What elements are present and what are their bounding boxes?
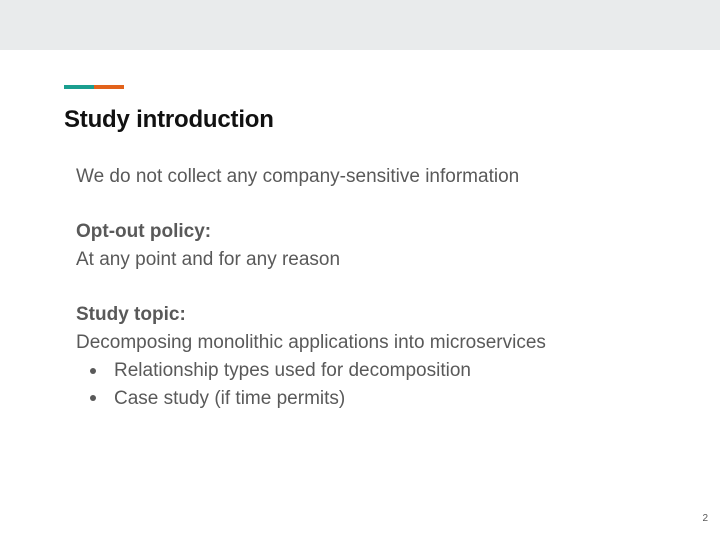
- privacy-statement: We do not collect any company-sensitive …: [76, 166, 520, 187]
- top-header-band: [0, 0, 720, 50]
- slide-title: Study introduction: [64, 106, 274, 133]
- page-number: 2: [702, 513, 708, 524]
- bullet-item: Relationship types used for decompositio…: [76, 357, 696, 385]
- accent-segment-teal: [64, 85, 94, 89]
- opt-out-text: At any point and for any reason: [76, 249, 341, 271]
- opt-out-heading: Opt-out policy:: [76, 221, 212, 243]
- accent-segment-orange: [94, 85, 124, 89]
- slide-body: We do not collect any company-sensitive …: [76, 163, 696, 412]
- bullet-dot-icon: [90, 395, 96, 402]
- title-accent-bar: [64, 85, 124, 89]
- bullet-text: Relationship types used for decompositio…: [114, 359, 471, 381]
- study-topic-heading: Study topic:: [76, 304, 186, 326]
- bullet-item: Case study (if time permits): [76, 385, 696, 413]
- study-topic-text: Decomposing monolithic applications into…: [76, 332, 546, 354]
- bullet-text: Case study (if time permits): [114, 387, 346, 409]
- bullet-dot-icon: [90, 367, 96, 374]
